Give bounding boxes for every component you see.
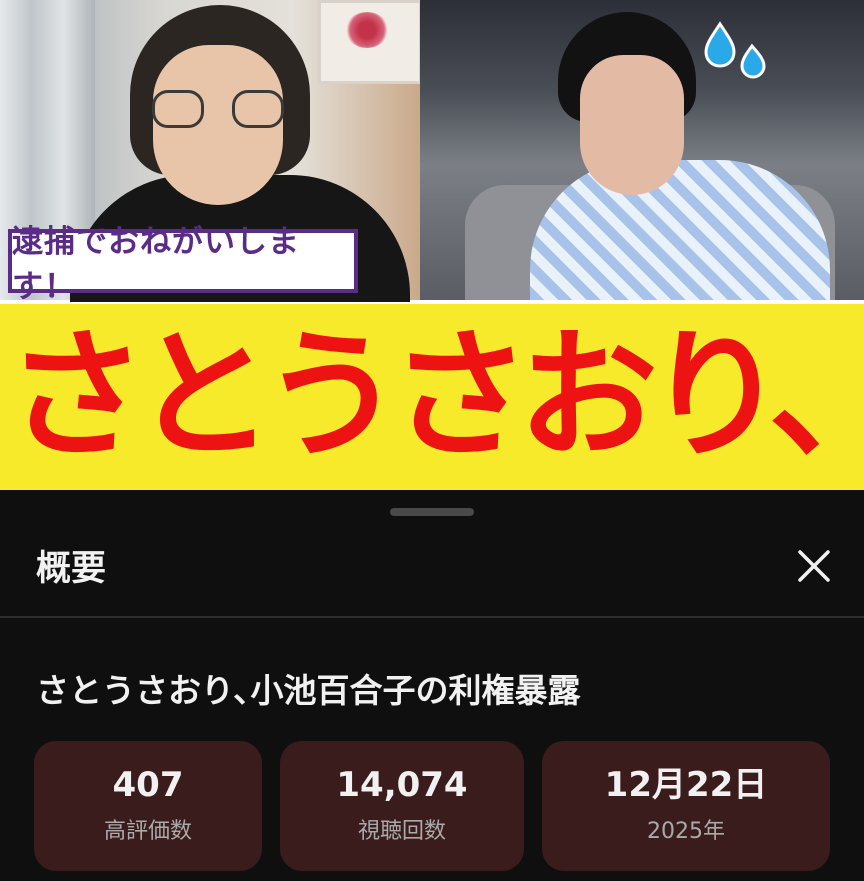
close-button[interactable] xyxy=(790,542,838,590)
drag-handle[interactable] xyxy=(390,508,474,516)
sweat-drop-icon xyxy=(704,21,766,79)
views-stat: 14,074 視聴回数 xyxy=(280,741,524,871)
close-icon xyxy=(798,550,830,582)
glasses-left-lens xyxy=(152,90,204,128)
painting-flower xyxy=(345,12,389,48)
thumbnail-photo-right xyxy=(420,0,864,300)
thumbnail-caption: 逮捕でおねがいします！ xyxy=(8,224,358,305)
publish-year: 2025年 xyxy=(647,818,725,844)
likes-count: 407 xyxy=(112,765,184,806)
glasses-right-lens xyxy=(232,90,284,128)
date-stat: 12月22日 2025年 xyxy=(542,741,830,871)
video-thumbnail: 逮捕でおねがいします！ さとうさおり、暴露 xyxy=(0,0,864,490)
caption-text: 逮捕でおねがいします！ xyxy=(12,224,300,305)
views-count: 14,074 xyxy=(336,765,468,806)
publish-date: 12月22日 xyxy=(604,765,768,806)
likes-stat: 407 高評価数 xyxy=(34,741,262,871)
thumbnail-headline: さとうさおり、暴露 xyxy=(6,315,864,478)
views-label: 視聴回数 xyxy=(357,818,446,844)
divider xyxy=(0,616,864,618)
person-face xyxy=(580,55,684,195)
sheet-title: 概要 xyxy=(36,549,107,589)
thumbnail-headline-band: さとうさおり、暴露 xyxy=(0,302,864,490)
likes-label: 高評価数 xyxy=(103,818,192,844)
person-jacket xyxy=(530,160,830,300)
video-title: さとうさおり､小池百合子の利権暴露 xyxy=(36,671,581,710)
description-sheet: 概要 さとうさおり､小池百合子の利権暴露 407 高評価数 14,074 視聴回… xyxy=(0,492,864,881)
